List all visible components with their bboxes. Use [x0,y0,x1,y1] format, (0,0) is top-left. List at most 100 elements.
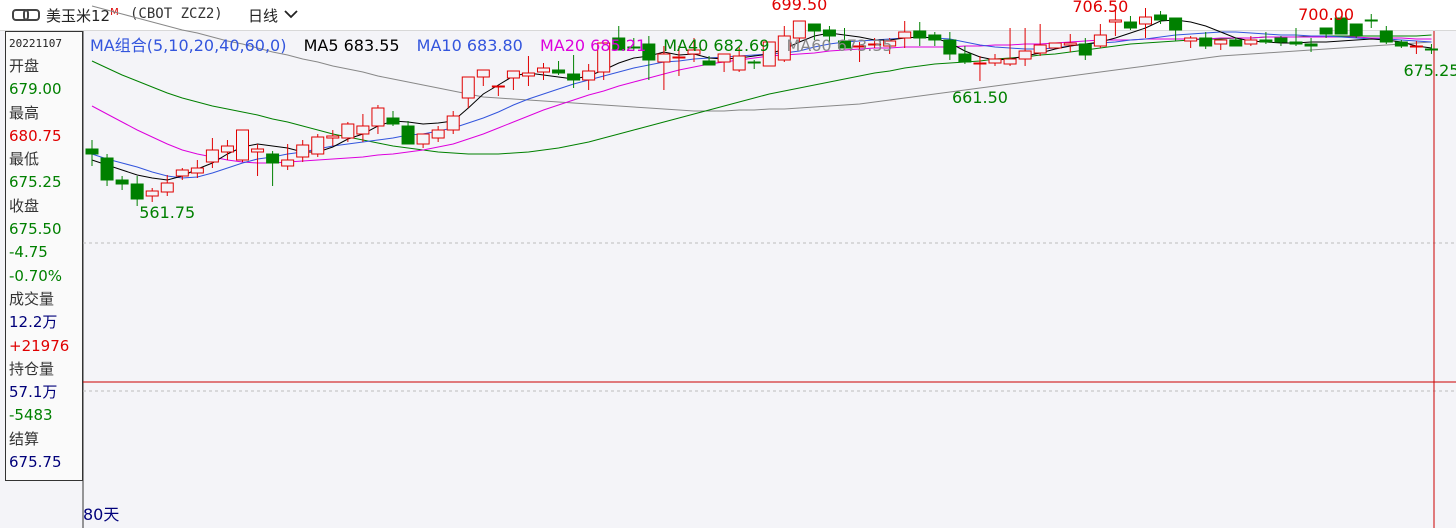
candle-body [251,148,265,153]
candle-body [1304,43,1318,47]
candle [1048,42,1062,49]
candle-body [1184,37,1198,42]
candle-body [1169,17,1183,31]
candle-body [371,107,385,127]
ma5-legend: MA5 683.55 [303,36,400,55]
candle-body [190,167,204,174]
candle-body [220,145,234,153]
candle [296,140,310,162]
candle-body [1379,30,1393,43]
candle-body [296,144,310,158]
candle [431,126,445,142]
candle-body [115,179,129,185]
ma-legend: MA组合(5,10,20,40,60,0) MA5 683.55 MA10 68… [90,32,905,56]
candle [1184,36,1198,48]
candle [1003,28,1017,66]
high-price-label: 706.50 [1072,0,1128,16]
candle [386,111,400,126]
candle-body [567,73,581,81]
candle-body [1003,58,1017,65]
candle-body [416,133,430,145]
candle-body [356,125,370,135]
candle-body [491,85,505,88]
candle-body [1048,42,1062,49]
bar-count-label: 80天 [83,505,119,524]
candle [1018,28,1032,66]
candle-body [1214,39,1228,45]
candle [446,111,460,134]
candle [552,61,566,75]
candle [416,133,430,148]
candle [521,56,535,86]
candle-body [672,56,686,59]
candle [973,56,987,81]
candle [1139,8,1152,38]
candle [1364,14,1378,28]
candle [1093,24,1107,48]
candle-body [747,61,761,64]
candle [85,140,99,166]
candle-body [943,39,957,55]
candle [371,105,385,134]
candle [1424,44,1438,54]
candle-body [1289,41,1303,45]
candle-body [205,149,219,163]
candle [1154,11,1168,24]
candle [205,138,219,168]
candle-body [145,190,159,197]
candle [266,151,280,186]
candle [491,85,505,96]
candle-body [1229,39,1243,47]
candle-body [537,67,550,73]
candle [311,134,325,157]
candle-body [386,117,400,125]
candle-body [1394,41,1408,47]
ma20-legend: MA20 685.21 [539,36,647,55]
candle [1349,23,1363,38]
chart-frame [82,31,1456,528]
candle-body [1123,21,1137,29]
candle-body [732,55,746,71]
candle-body [1259,39,1273,43]
candle-body [266,153,280,164]
candle-body [807,23,821,32]
candle-body [1033,44,1047,54]
candle-body [1108,19,1122,23]
candle [476,69,490,86]
candle [401,121,415,145]
candle-body [1154,14,1168,21]
candle-body [160,182,174,193]
candle-body [1274,37,1288,43]
candle [913,22,927,46]
candle-body [401,125,415,145]
candle-body [702,60,716,66]
candle-body [1349,23,1363,37]
candle [928,32,942,46]
ma-group-label[interactable]: MA组合(5,10,20,40,60,0) [90,36,286,55]
candle [1214,39,1228,50]
candle-body [1018,50,1032,60]
candle-body [461,76,475,99]
candle-body [281,159,295,167]
candle-body [1078,43,1092,56]
candle-body [175,169,189,177]
candle [356,114,370,142]
candle-body [552,69,566,74]
low-price-label: 561.75 [139,203,195,222]
candle-body [1409,45,1423,48]
candle-body [958,53,972,63]
candle-body [311,136,325,155]
candle-body [431,129,445,139]
candle [115,176,129,190]
candle [1063,34,1077,52]
candle [1033,24,1047,56]
candle [1379,26,1393,44]
candle-body [928,34,942,41]
price-chart[interactable]: 561.75 699.50 661.50 706.50 700.00 675.25 80天 [0,0,1456,528]
candle [160,175,174,196]
candle-body [521,72,535,77]
candle [130,176,144,206]
candle [747,60,761,69]
candle-body [85,148,99,155]
candle [506,70,520,90]
